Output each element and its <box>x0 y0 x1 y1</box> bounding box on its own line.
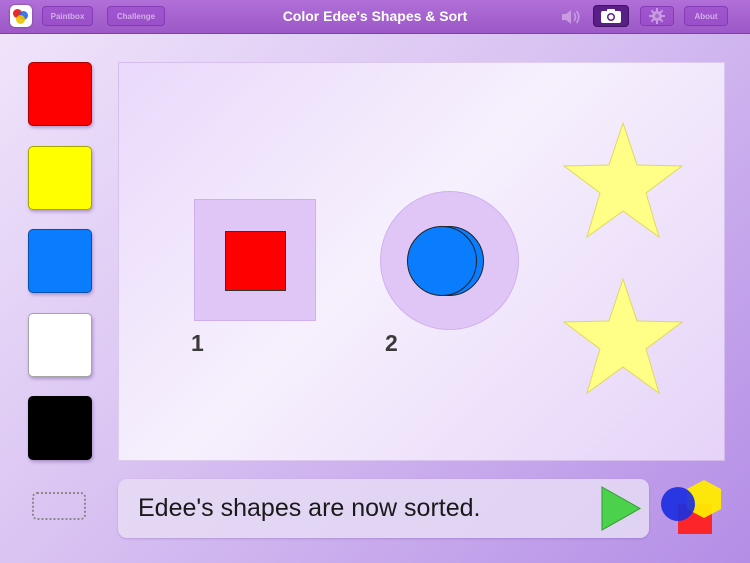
about-button[interactable]: About <box>684 6 728 26</box>
top-bar: Paintbox Challenge Color Edee's Shapes &… <box>0 0 750 34</box>
blue-circle-shape[interactable] <box>407 226 477 296</box>
empty-color-slot[interactable] <box>32 492 86 520</box>
page-title: Color Edee's Shapes & Sort <box>282 8 468 24</box>
slot-2-label: 2 <box>385 330 398 356</box>
shapes-logo-icon[interactable] <box>658 478 724 538</box>
slot-1-label: 1 <box>191 330 204 356</box>
color-swatch-white[interactable] <box>28 313 92 377</box>
gear-icon <box>649 8 665 24</box>
camera-button[interactable] <box>593 5 629 27</box>
color-swatch-black[interactable] <box>28 396 92 460</box>
settings-button[interactable] <box>640 6 674 26</box>
star-shape-bottom[interactable] <box>561 277 685 403</box>
color-swatch-blue[interactable] <box>28 229 92 293</box>
star-shape-top[interactable] <box>561 121 685 247</box>
red-square-shape[interactable] <box>225 231 286 291</box>
camera-icon <box>601 9 621 23</box>
color-swatch-red[interactable] <box>28 62 92 126</box>
message-text: Edee's shapes are now sorted. <box>138 494 481 522</box>
color-swatch-yellow[interactable] <box>28 146 92 210</box>
play-icon[interactable] <box>600 485 642 532</box>
message-bar: Edee's shapes are now sorted. <box>118 479 649 538</box>
shape-canvas: 1 2 <box>118 62 725 461</box>
speaker-icon[interactable] <box>560 7 582 26</box>
